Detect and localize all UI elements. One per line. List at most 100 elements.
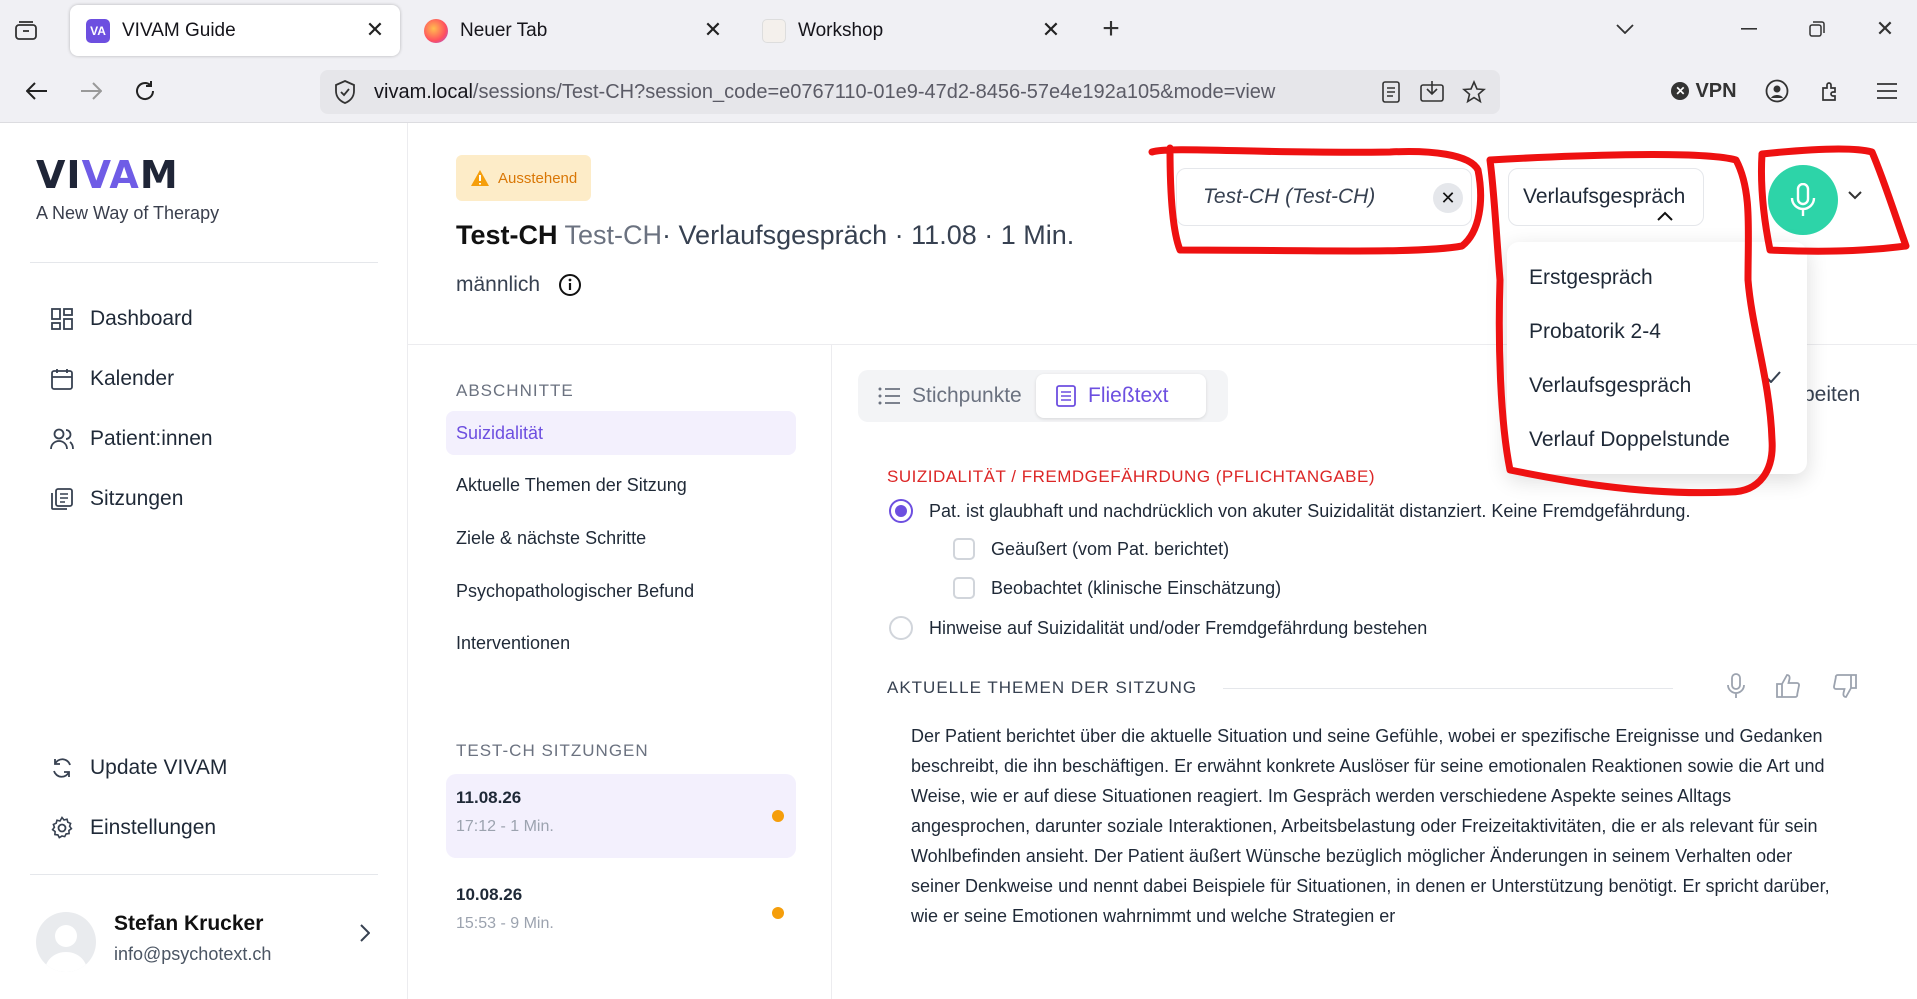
close-window-icon[interactable]: ✕: [1872, 16, 1898, 42]
thumbs-down-icon[interactable]: [1832, 673, 1858, 699]
patient-gender: männlich: [456, 273, 582, 297]
sidebar-item-label: Dashboard: [90, 307, 193, 330]
logo-part: VA: [81, 153, 140, 197]
radio-unselected-icon: [889, 616, 913, 640]
checkbox-reported[interactable]: Geäußert (vom Pat. berichtet): [953, 538, 1229, 560]
section-item-ziele[interactable]: Ziele & nächste Schritte: [446, 516, 796, 560]
menu-hamburger-icon[interactable]: [1872, 76, 1902, 106]
tab-overview-icon[interactable]: [12, 16, 40, 44]
install-app-icon[interactable]: [1420, 80, 1444, 102]
section-item-befund[interactable]: Psychopathologischer Befund: [446, 569, 796, 613]
sidebar-item-patienten[interactable]: Patient:innen: [48, 419, 213, 459]
session-meta: · Verlaufsgespräch · 11.08 · 1 Min.: [662, 220, 1075, 250]
browser-chrome: VA VIVAM Guide ✕ Neuer Tab ✕ Workshop ✕ …: [0, 0, 1917, 123]
tagline: A New Way of Therapy: [36, 203, 220, 223]
section-item-aktuelle-themen[interactable]: Aktuelle Themen der Sitzung: [446, 463, 796, 507]
sidebar-item-dashboard[interactable]: Dashboard: [48, 299, 193, 339]
option-probatorik[interactable]: Probatorik 2-4: [1529, 320, 1661, 344]
user-profile[interactable]: Stefan Krucker info@psychotext.ch: [36, 908, 376, 978]
option-erstgespraech[interactable]: Erstgespräch: [1529, 266, 1653, 290]
clear-icon[interactable]: ✕: [1433, 183, 1463, 213]
toggle-fliesstext[interactable]: Fließtext: [1036, 374, 1206, 418]
sidebar-item-label: Kalender: [90, 367, 175, 390]
close-tab-icon[interactable]: ✕: [364, 17, 386, 42]
toggle-label: Fließtext: [1088, 384, 1169, 407]
patient-code: Test-CH: [564, 220, 663, 250]
patient-select-input[interactable]: Test-CH (Test-CH) ✕: [1176, 168, 1472, 226]
gender-label: männlich: [456, 273, 541, 296]
section-item-suizidalitaet[interactable]: Suizidalität: [446, 411, 796, 455]
sidebar: VIVAM A New Way of Therapy Dashboard Kal…: [0, 123, 408, 999]
extensions-icon[interactable]: [1816, 76, 1846, 106]
toggle-label: Stichpunkte: [912, 384, 1022, 407]
divider: [30, 874, 378, 875]
vivam-logo[interactable]: VIVAM: [36, 153, 179, 197]
radio-distanced[interactable]: Pat. ist glaubhaft und nachdrücklich von…: [889, 499, 1690, 523]
sidebar-item-label: Update VIVAM: [90, 756, 228, 779]
checkbox-label: Beobachtet (klinische Einschätzung): [991, 577, 1282, 598]
list-tabs-chevron-icon[interactable]: [1612, 16, 1638, 42]
option-verlaufsgespraech[interactable]: Verlaufsgespräch: [1529, 374, 1691, 398]
tab-vivam-guide[interactable]: VA VIVAM Guide ✕: [70, 5, 400, 56]
sidebar-item-sitzungen[interactable]: Sitzungen: [48, 479, 183, 519]
session-type-dropdown: Erstgespräch Probatorik 2-4 Verlaufsgesp…: [1507, 242, 1807, 474]
restore-icon[interactable]: [1804, 16, 1830, 42]
vivam-favicon-icon: VA: [86, 18, 110, 43]
record-options-chevron-icon[interactable]: [1848, 191, 1862, 200]
close-tab-icon[interactable]: ✕: [1040, 17, 1062, 42]
pending-dot: [772, 810, 784, 822]
patient-select-value: Test-CH (Test-CH): [1203, 185, 1376, 208]
sidebar-item-einstellungen[interactable]: Einstellungen: [48, 808, 216, 848]
checkbox-icon: [953, 577, 975, 599]
option-verlauf-doppelstunde[interactable]: Verlauf Doppelstunde: [1529, 428, 1730, 452]
shield-icon[interactable]: [334, 80, 356, 104]
toggle-stichpunkte[interactable]: Stichpunkte: [858, 374, 1042, 418]
tab-workshop[interactable]: Workshop ✕: [746, 5, 1076, 56]
info-icon[interactable]: [540, 273, 582, 297]
dashboard-icon: [48, 305, 76, 333]
session-date: 11.08.26: [456, 788, 522, 807]
check-icon: [1765, 371, 1781, 383]
edit-button[interactable]: beiten: [1803, 383, 1860, 407]
dictate-mic-icon[interactable]: [1726, 673, 1746, 699]
checkbox-observed[interactable]: Beobachtet (klinische Einschätzung): [953, 577, 1281, 599]
session-list-item[interactable]: 10.08.26 15:53 - 9 Min.: [446, 871, 796, 955]
url-bar[interactable]: vivam.local/sessions/Test-CH?session_cod…: [320, 70, 1500, 114]
workshop-favicon-icon: [762, 18, 786, 43]
logo-part: M: [139, 153, 179, 197]
reader-view-icon[interactable]: [1382, 81, 1400, 103]
thumbs-up-icon[interactable]: [1775, 673, 1801, 699]
user-email: info@psychotext.ch: [114, 944, 272, 964]
chevron-right-icon[interactable]: [360, 924, 370, 942]
close-tab-icon[interactable]: ✕: [702, 17, 724, 42]
sidebar-item-kalender[interactable]: Kalender: [48, 359, 174, 399]
sidebar-item-update[interactable]: Update VIVAM: [48, 748, 227, 788]
radio-label: Pat. ist glaubhaft und nachdrücklich von…: [929, 500, 1691, 521]
session-type-select[interactable]: Verlaufsgespräch: [1508, 168, 1704, 226]
url-host: vivam.local: [374, 80, 473, 103]
radio-indications[interactable]: Hinweise auf Suizidalität und/oder Fremd…: [889, 616, 1427, 640]
record-mic-button[interactable]: [1768, 165, 1838, 235]
back-arrow-icon[interactable]: [22, 76, 52, 106]
navigation-bar: vivam.local/sessions/Test-CH?session_cod…: [0, 60, 1917, 123]
sidebar-item-label: Patient:innen: [90, 427, 213, 450]
section-item-interventionen[interactable]: Interventionen: [446, 621, 796, 665]
tab-title: Workshop: [798, 19, 884, 41]
tab-neuer-tab[interactable]: Neuer Tab ✕: [408, 5, 738, 56]
checkbox-icon: [953, 538, 975, 560]
status-label: Ausstehend: [498, 169, 578, 187]
account-icon[interactable]: [1762, 76, 1792, 106]
bookmark-star-icon[interactable]: [1462, 80, 1486, 104]
reload-icon[interactable]: [130, 76, 160, 106]
calendar-icon: [48, 365, 76, 393]
forward-arrow-icon[interactable]: [76, 76, 106, 106]
new-tab-icon[interactable]: +: [1096, 12, 1126, 45]
minimize-icon[interactable]: [1736, 16, 1762, 42]
vpn-label: VPN: [1695, 79, 1737, 102]
vpn-button[interactable]: ✕ VPN: [1664, 76, 1744, 106]
microphone-icon: [1790, 183, 1816, 217]
sections-heading: ABSCHNITTE: [456, 381, 574, 400]
gear-icon: [48, 814, 76, 842]
divider: [1223, 688, 1673, 689]
session-list-item[interactable]: 11.08.26 17:12 - 1 Min.: [446, 774, 796, 858]
